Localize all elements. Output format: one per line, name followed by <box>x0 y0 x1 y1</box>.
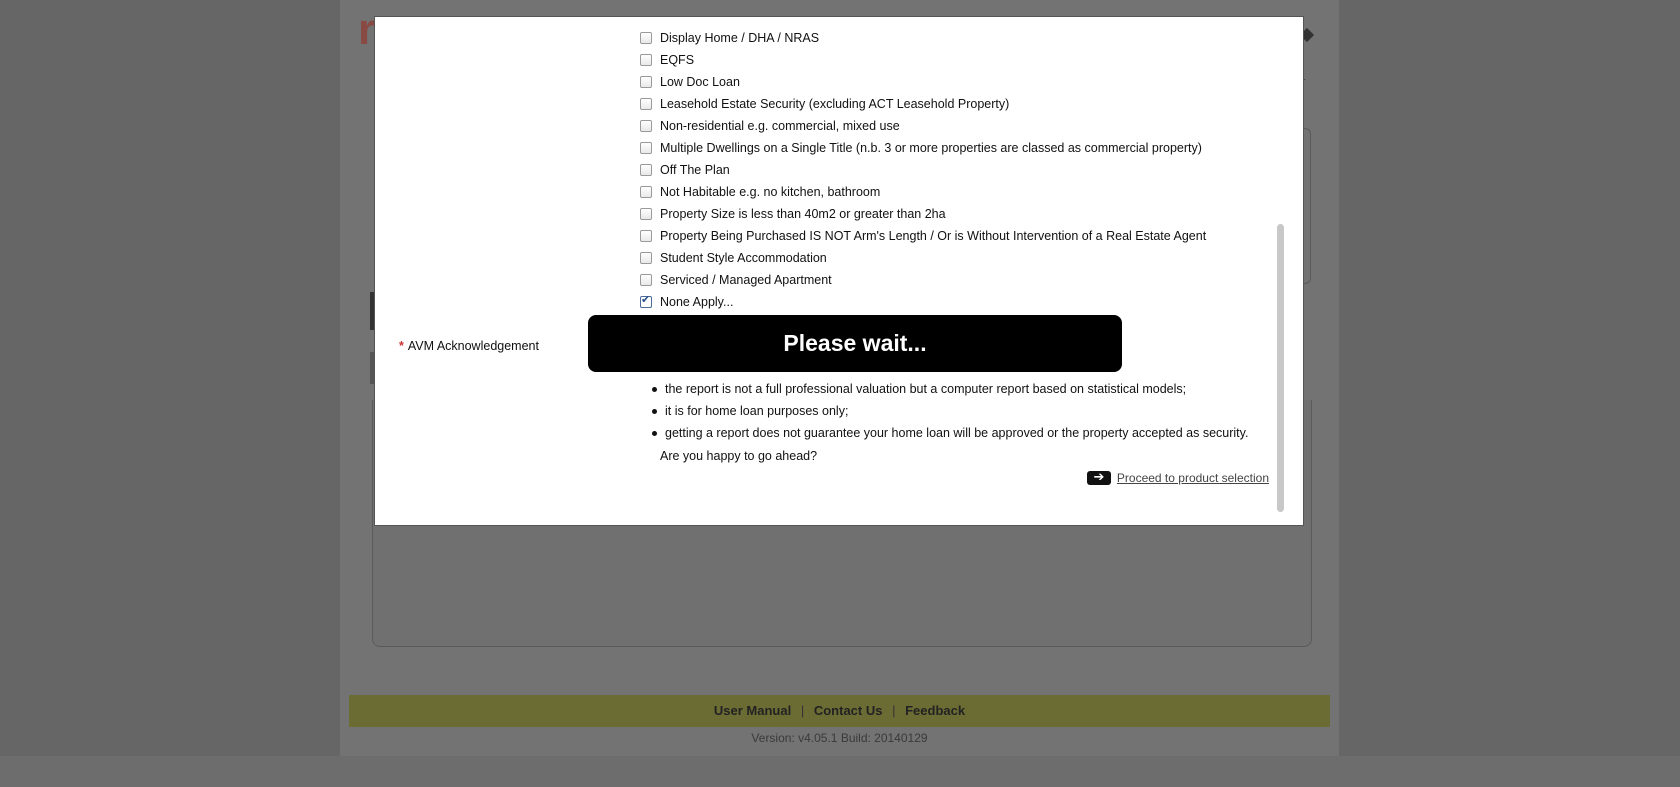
option-off-the-plan[interactable]: Off The Plan <box>640 160 730 180</box>
proceed-label: Proceed to product selection <box>1116 471 1269 485</box>
brand-logo: r <box>358 5 376 54</box>
option-label: Multiple Dwellings on a Single Title (n.… <box>660 141 1202 155</box>
bullet-text: it is for home loan purposes only; <box>665 404 849 418</box>
modal-dialog: Display Home / DHA / NRAS EQFS Low Doc L… <box>374 16 1304 526</box>
option-label: Off The Plan <box>660 163 730 177</box>
option-property-size[interactable]: Property Size is less than 40m2 or great… <box>640 204 946 224</box>
checkbox[interactable] <box>640 76 652 88</box>
option-label: Student Style Accommodation <box>660 251 827 265</box>
option-none-apply[interactable]: None Apply... <box>640 292 733 312</box>
checkbox[interactable] <box>640 164 652 176</box>
option-label: Leasehold Estate Security (excluding ACT… <box>660 97 1010 111</box>
option-leasehold[interactable]: Leasehold Estate Security (excluding ACT… <box>640 94 1009 114</box>
checkbox[interactable] <box>640 54 652 66</box>
option-label: Non-residential e.g. commercial, mixed u… <box>660 119 900 133</box>
proceed-link[interactable]: ➔ Proceed to product selection <box>1086 471 1269 485</box>
footer-separator: | <box>892 703 896 718</box>
option-label: Property Size is less than 40m2 or great… <box>660 207 946 221</box>
option-not-arms-length[interactable]: Property Being Purchased IS NOT Arm's Le… <box>640 226 1206 246</box>
arrow-right-icon: ➔ <box>1086 471 1111 485</box>
please-wait-overlay: Please wait... <box>588 315 1122 372</box>
checkbox[interactable] <box>640 32 652 44</box>
option-eqfs[interactable]: EQFS <box>640 50 694 70</box>
bottom-band <box>0 756 1680 787</box>
option-student-accommodation[interactable]: Student Style Accommodation <box>640 248 827 268</box>
checkbox[interactable] <box>640 98 652 110</box>
option-not-habitable[interactable]: Not Habitable e.g. no kitchen, bathroom <box>640 182 880 202</box>
option-non-residential[interactable]: Non-residential e.g. commercial, mixed u… <box>640 116 900 136</box>
option-serviced-apartment[interactable]: Serviced / Managed Apartment <box>640 270 832 290</box>
avm-acknowledgement-label: * AVM Acknowledgement <box>399 339 539 353</box>
option-multiple-dwellings[interactable]: Multiple Dwellings on a Single Title (n.… <box>640 138 1202 158</box>
version-text: Version: v4.05.1 Build: 20140129 <box>751 731 928 745</box>
option-label: None Apply... <box>660 295 734 309</box>
bullet-text: the report is not a full professional va… <box>665 382 1187 396</box>
checkbox[interactable] <box>640 186 652 198</box>
option-label: EQFS <box>660 53 695 67</box>
checkbox[interactable] <box>640 252 652 264</box>
list-item: it is for home loan purposes only; <box>652 404 848 418</box>
option-label: Low Doc Loan <box>660 75 740 89</box>
option-label: Display Home / DHA / NRAS <box>660 31 820 45</box>
option-low-doc-loan[interactable]: Low Doc Loan <box>640 72 740 92</box>
footer-link-contact-us[interactable]: Contact Us <box>814 703 883 718</box>
checkbox[interactable] <box>640 120 652 132</box>
footer-link-user-manual[interactable]: User Manual <box>714 703 791 718</box>
bullet-dot <box>652 430 657 436</box>
checkbox[interactable] <box>640 142 652 154</box>
avm-label-text: AVM Acknowledgement <box>407 339 539 353</box>
option-label: Property Being Purchased IS NOT Arm's Le… <box>660 229 1207 243</box>
confirmation-question: Are you happy to go ahead? <box>660 449 818 463</box>
list-item: getting a report does not guarantee your… <box>652 426 1248 440</box>
checkbox[interactable] <box>640 274 652 286</box>
bullet-dot <box>652 408 657 414</box>
checkbox[interactable] <box>640 230 652 242</box>
checkbox-checked[interactable] <box>640 293 652 308</box>
list-item: the report is not a full professional va… <box>652 382 1186 396</box>
option-label: Serviced / Managed Apartment <box>660 273 832 287</box>
scrollbar-thumb[interactable] <box>1277 224 1284 512</box>
checkbox[interactable] <box>640 208 652 220</box>
bullet-dot <box>652 386 657 392</box>
footer-separator: | <box>800 703 805 718</box>
bullet-text: getting a report does not guarantee your… <box>665 426 1249 440</box>
required-marker: * <box>399 339 404 353</box>
option-label: Not Habitable e.g. no kitchen, bathroom <box>660 185 881 199</box>
footer-bar: User Manual | Contact Us | Feedback <box>349 695 1330 727</box>
option-display-home[interactable]: Display Home / DHA / NRAS <box>640 28 819 48</box>
footer-link-feedback[interactable]: Feedback <box>905 703 965 718</box>
